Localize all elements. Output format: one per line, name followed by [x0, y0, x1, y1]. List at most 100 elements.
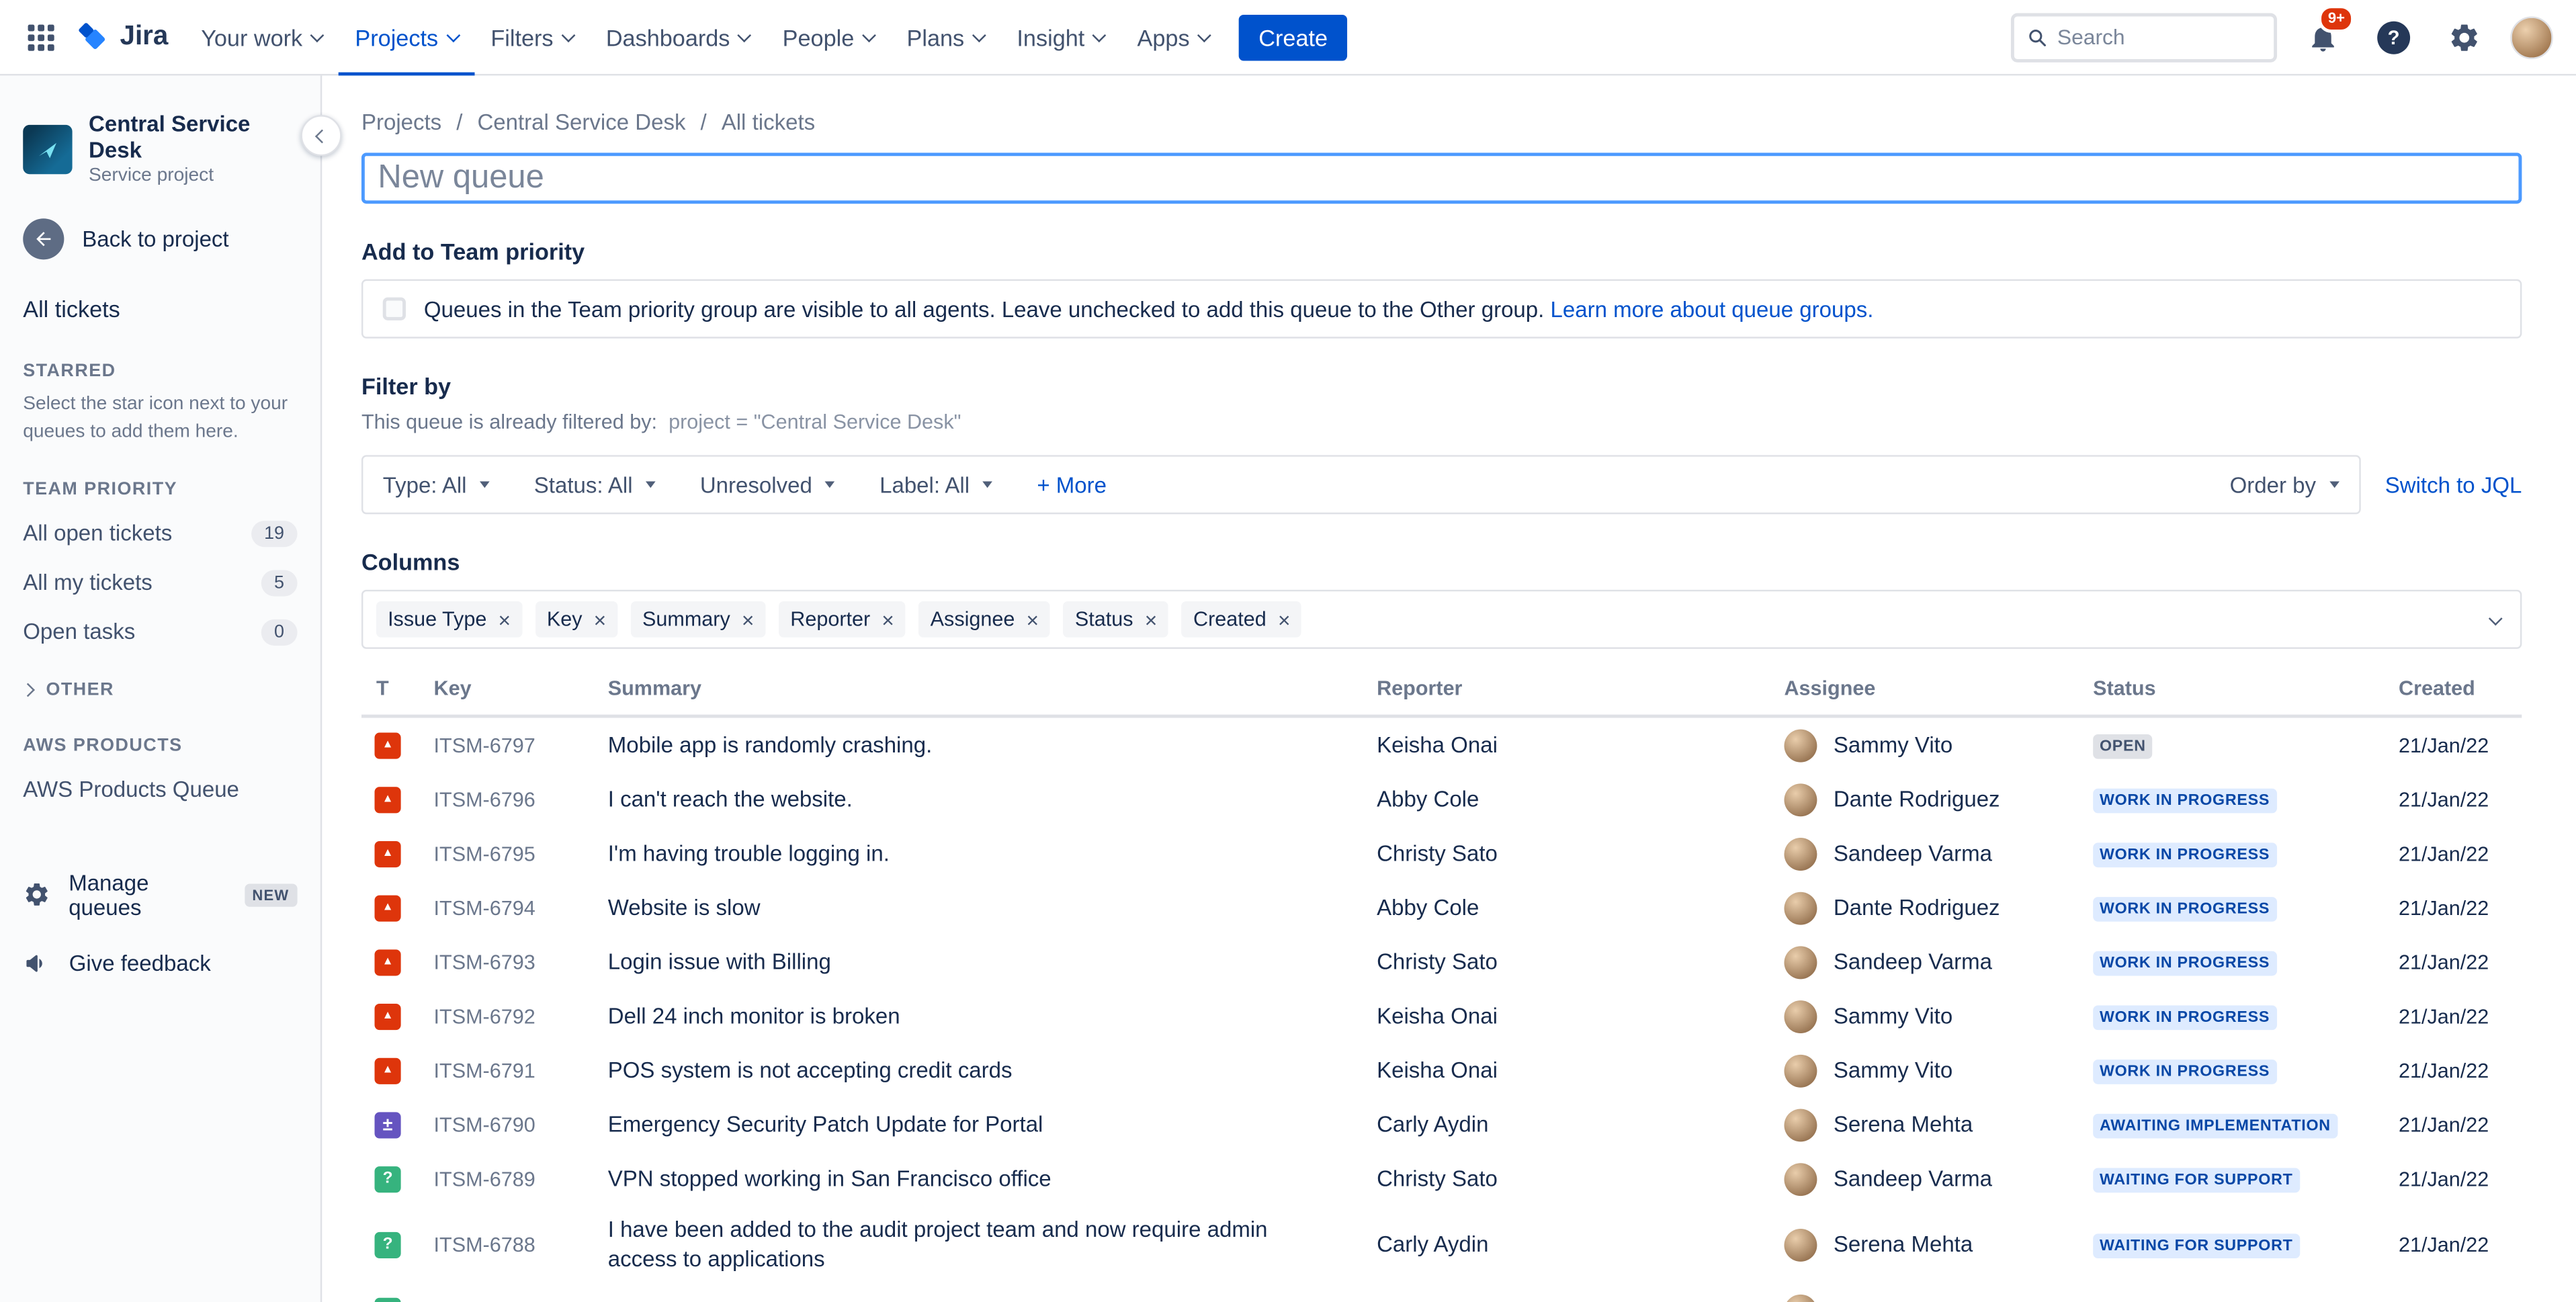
issue-summary[interactable]: VPN stopped working in San Francisco off… [608, 1154, 1377, 1203]
chip-remove-icon[interactable] [882, 609, 894, 630]
top-nav-item[interactable]: Apps [1121, 0, 1226, 75]
team-priority-checkbox[interactable] [382, 297, 406, 320]
app-switcher-button[interactable] [16, 12, 65, 61]
chevron-down-icon [1197, 28, 1211, 42]
columns-select-chevron[interactable] [2488, 605, 2503, 634]
issue-key[interactable]: ITSM-6797 [434, 734, 608, 756]
project-name: Central Service Desk [89, 112, 251, 163]
issue-summary[interactable]: I'm having trouble logging in. [608, 829, 1377, 877]
order-by-dropdown[interactable]: Order by [2230, 472, 2339, 497]
chip-remove-icon[interactable] [498, 609, 511, 630]
breadcrumb-item[interactable]: Central Service Desk [477, 110, 685, 135]
sidebar-queue-item[interactable]: All open tickets 19 [0, 509, 320, 558]
top-nav-item[interactable]: Plans [890, 0, 1000, 75]
top-nav-item[interactable]: Dashboards [589, 0, 766, 75]
breadcrumb-item[interactable]: All tickets [722, 110, 815, 135]
user-avatar[interactable] [2510, 15, 2553, 58]
top-nav-item[interactable]: Filters [474, 0, 589, 75]
issue-type-icon [374, 1002, 401, 1029]
chip-remove-icon[interactable] [1027, 609, 1039, 630]
chip-remove-icon[interactable] [742, 609, 755, 630]
table-row[interactable]: ITSM-6793 Login issue with Billing Chris… [361, 935, 2522, 989]
back-to-project[interactable]: Back to project [0, 203, 320, 277]
sidebar-queue-item[interactable]: All my tickets 5 [0, 558, 320, 607]
chip-remove-icon[interactable] [1278, 609, 1291, 630]
issue-key[interactable]: ITSM-6790 [434, 1113, 608, 1136]
queue-groups-learn-more-link[interactable]: Learn more about queue groups. [1551, 296, 1874, 321]
table-row[interactable]: ITSM-6791 POS system is not accepting cr… [361, 1043, 2522, 1098]
issue-summary[interactable]: Login issue with Billing [608, 938, 1377, 986]
table-row[interactable]: ITSM-6788 I have been added to the audit… [361, 1206, 2522, 1283]
search-input[interactable] [2057, 24, 2261, 50]
column-chip[interactable]: Summary [630, 601, 766, 638]
chevron-down-icon [825, 481, 836, 488]
filters-row: Type: All Status: All Unresolved Label: … [361, 455, 2522, 515]
issue-summary[interactable]: Website is slow [608, 883, 1377, 932]
table-header: Assignee [1784, 677, 1876, 700]
table-row[interactable]: ITSM-6796 I can't reach the website. Abb… [361, 772, 2522, 826]
filter-dropdown-label: Status: All [533, 472, 633, 497]
sidebar-section-other[interactable]: OTHER [0, 656, 320, 709]
jira-logo[interactable]: Jira [75, 19, 168, 55]
issue-summary[interactable]: I have been added to the audit project t… [608, 1206, 1377, 1283]
sidebar-item-all-tickets[interactable]: All tickets [0, 277, 320, 336]
issue-summary[interactable]: POS system is not accepting credit cards [608, 1046, 1377, 1094]
issue-key[interactable]: ITSM-6793 [434, 951, 608, 973]
issue-summary[interactable]: Emergency Security Patch Update for Port… [608, 1100, 1377, 1149]
top-nav-item[interactable]: Projects [339, 0, 474, 75]
queue-item-label: Open tasks [23, 619, 136, 645]
sidebar-queue-item[interactable]: Open tasks 0 [0, 607, 320, 656]
jira-logo-icon [79, 21, 105, 48]
top-nav-item[interactable]: People [766, 0, 890, 75]
table-row[interactable] [361, 1283, 2522, 1302]
issue-key[interactable]: ITSM-6791 [434, 1059, 608, 1082]
filter-dropdown[interactable]: Label: All [879, 472, 993, 497]
switch-to-jql-link[interactable]: Switch to JQL [2385, 472, 2522, 497]
top-nav-item[interactable]: Your work [185, 0, 339, 75]
queue-name-input[interactable] [361, 153, 2522, 204]
filter-dropdown[interactable]: Status: All [534, 472, 656, 497]
issue-key[interactable]: ITSM-6794 [434, 896, 608, 919]
issue-key[interactable]: ITSM-6792 [434, 1004, 608, 1027]
filter-dropdown[interactable]: Type: All [383, 472, 490, 497]
filter-dropdown-label: Type: All [382, 472, 467, 497]
table-row[interactable]: ITSM-6792 Dell 24 inch monitor is broken… [361, 989, 2522, 1043]
queue-item-count-badge: 19 [251, 520, 298, 547]
issue-summary[interactable]: Mobile app is randomly crashing. [608, 721, 1377, 769]
column-chip[interactable]: Created [1181, 601, 1302, 638]
chip-remove-icon[interactable] [594, 609, 607, 630]
issue-summary[interactable]: I can't reach the website. [608, 775, 1377, 823]
column-chip[interactable]: Reporter [779, 601, 906, 638]
settings-button[interactable] [2440, 12, 2489, 61]
issue-summary[interactable]: Dell 24 inch monitor is broken [608, 992, 1377, 1040]
column-chip[interactable]: Key [535, 601, 618, 638]
give-feedback[interactable]: Give feedback [0, 935, 320, 992]
top-nav-item[interactable]: Insight [1000, 0, 1121, 75]
notifications-button[interactable]: 9+ [2299, 4, 2355, 61]
issue-key[interactable]: ITSM-6796 [434, 787, 608, 810]
table-row[interactable]: ITSM-6790 Emergency Security Patch Updat… [361, 1097, 2522, 1152]
table-row[interactable]: ITSM-6797 Mobile app is randomly crashin… [361, 718, 2522, 773]
breadcrumb-item[interactable]: Projects [361, 110, 441, 135]
more-filters-button[interactable]: + More [1037, 472, 1107, 497]
create-button[interactable]: Create [1238, 13, 1348, 60]
sidebar-collapse-button[interactable] [300, 115, 342, 157]
table-row[interactable]: ITSM-6795 I'm having trouble logging in.… [361, 826, 2522, 881]
sidebar-item-aws-products-queue[interactable]: AWS Products Queue [0, 765, 320, 813]
issue-reporter: Abby Cole [1377, 787, 1479, 812]
issue-key[interactable]: ITSM-6789 [434, 1167, 608, 1190]
global-search[interactable] [2010, 12, 2278, 62]
table-row[interactable]: ITSM-6789 VPN stopped working in San Fra… [361, 1152, 2522, 1206]
issue-key[interactable]: ITSM-6788 [434, 1233, 608, 1256]
help-button[interactable]: ? [2369, 12, 2418, 61]
manage-queues[interactable]: Manage queues NEW [0, 855, 320, 934]
columns-select[interactable]: Issue Type Key Summary Reporter Assignee… [361, 589, 2522, 649]
filter-dropdown[interactable]: Unresolved [700, 472, 836, 497]
chip-remove-icon[interactable] [1145, 609, 1158, 630]
column-chip[interactable]: Assignee [918, 601, 1051, 638]
assignee-avatar [1784, 1293, 1817, 1302]
issue-key[interactable]: ITSM-6795 [434, 842, 608, 865]
column-chip[interactable]: Issue Type [376, 601, 523, 638]
column-chip[interactable]: Status [1063, 601, 1169, 638]
table-row[interactable]: ITSM-6794 Website is slow Abby Cole Dant… [361, 881, 2522, 935]
